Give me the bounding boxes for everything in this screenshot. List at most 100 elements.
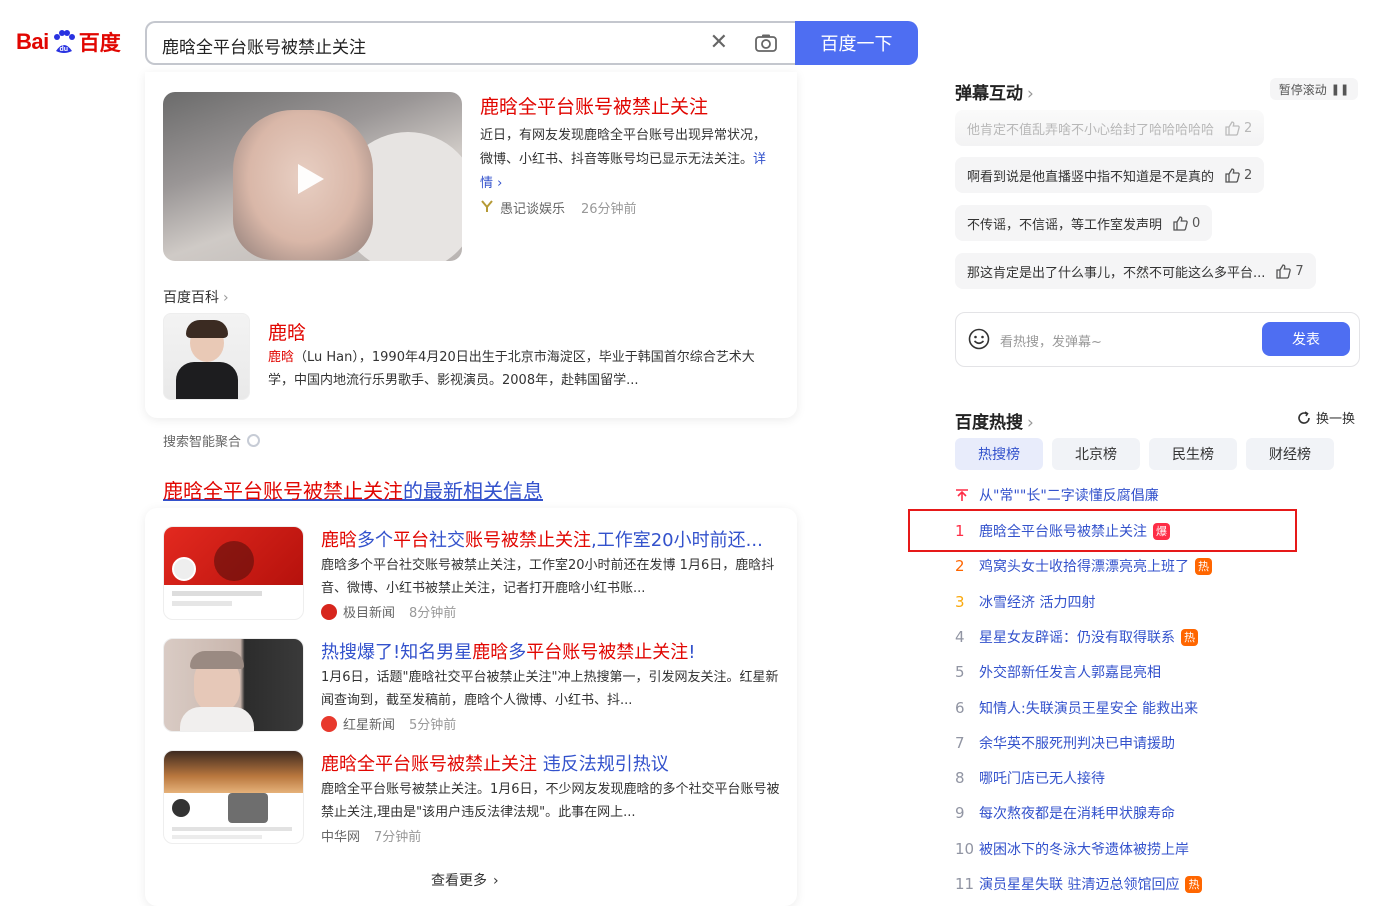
related-title-red: 鹿晗全平台账号被禁止关注 <box>163 479 403 503</box>
news-thumbnail[interactable] <box>163 638 304 732</box>
avatar <box>172 799 190 817</box>
source-logo-icon <box>321 715 337 732</box>
emoji-icon[interactable] <box>968 328 990 350</box>
view-more-button[interactable]: 查看更多 › <box>431 870 499 890</box>
thumb-line <box>172 591 262 596</box>
chevron-right-icon: › <box>1027 84 1034 104</box>
list-item[interactable]: 鹿晗全平台账号被禁止关注 违反法规引热议 鹿晗全平台账号被禁止关注。1月6日，不… <box>163 750 783 850</box>
hot-item[interactable]: 8 哪吒门店已无人接待 <box>955 766 1105 790</box>
baike-label[interactable]: 百度百科 › <box>163 287 229 307</box>
news-source: 愚记谈娱乐 26分钟前 <box>480 198 637 217</box>
hot-item-text: 演员星星失联 驻清迈总领馆回应 <box>979 877 1180 893</box>
danmu-message[interactable]: 啊看到说是他直播竖中指不知道是不是真的 2 <box>955 157 1265 193</box>
logo-text-du: 百度 <box>78 32 121 55</box>
thumb-line <box>172 827 292 831</box>
baike-label-text: 百度百科 <box>163 290 219 306</box>
hot-item-rank: 7 <box>955 734 965 752</box>
news-item-title[interactable]: 热搜爆了!知名男星鹿晗多平台账号被禁止关注! <box>321 638 695 664</box>
baike-portrait[interactable] <box>163 313 250 400</box>
news-item-title[interactable]: 鹿晗全平台账号被禁止关注 违反法规引热议 <box>321 750 669 776</box>
hot-item[interactable]: 3 冰雪经济 活力四射 <box>955 590 1095 614</box>
baike-desc-name: 鹿晗 <box>268 350 295 365</box>
title-part: 鹿晗 <box>472 642 509 663</box>
search-query[interactable]: 鹿晗全平台账号被禁止关注 <box>162 33 366 58</box>
tab-hot[interactable]: 热搜榜 <box>955 438 1043 470</box>
like-count: 7 <box>1295 263 1304 279</box>
danmu-message[interactable]: 那这肯定是出了什么事儿，不然不可能这么多平台... 7 <box>955 253 1316 289</box>
thumb-line <box>172 835 262 839</box>
hot-item[interactable]: 9 每次熬夜都是在消耗甲状腺寿命 <box>955 801 1175 825</box>
news-item-source: 红星新闻 5分钟前 <box>321 714 456 733</box>
danmu-message[interactable]: 不传谣，不信谣，等工作室发声明 0 <box>955 205 1213 241</box>
thumb-overlay <box>228 793 268 823</box>
list-item[interactable]: 鹿晗多个平台社交账号被禁止关注,工作室20小时前还... 鹿晗多个平台社交账号被… <box>163 526 783 626</box>
news-title[interactable]: 鹿晗全平台账号被禁止关注 <box>480 92 708 119</box>
news-thumbnail[interactable] <box>163 526 304 620</box>
danmu-message[interactable]: 他肯定不值乱弄啥不小心给封了哈哈哈哈哈 2 <box>955 110 1265 146</box>
chevron-right-icon: › <box>493 873 499 889</box>
hot-item[interactable]: 5 外交部新任发言人郭嘉昆亮相 <box>955 660 1161 684</box>
related-news-card: 鹿晗多个平台社交账号被禁止关注,工作室20小时前还... 鹿晗多个平台社交账号被… <box>145 508 797 906</box>
pause-scroll-button[interactable]: 暂停滚动 ❚❚ <box>1270 78 1358 100</box>
hot-item[interactable]: 10 被困冰下的冬泳大爷遗体被捞上岸 <box>955 837 1189 861</box>
baidu-logo[interactable]: Bai du 百度 <box>16 24 121 60</box>
tab-livelihood[interactable]: 民生榜 <box>1149 438 1237 470</box>
avatar <box>172 557 196 581</box>
hot-item-pinned[interactable]: 从"常""长"二字读懂反腐倡廉 <box>955 483 1159 507</box>
hot-item[interactable]: 6 知情人:失联演员王星安全 能救出来 <box>955 696 1198 720</box>
clear-icon[interactable]: ✕ <box>710 30 728 55</box>
baike-name[interactable]: 鹿晗 <box>268 318 306 345</box>
hot-item-text: 外交部新任发言人郭嘉昆亮相 <box>979 665 1161 681</box>
hot-item-text: 哪吒门店已无人接待 <box>979 771 1105 787</box>
thumb-figure <box>214 541 254 581</box>
video-thumbnail[interactable] <box>163 92 462 261</box>
news-item-source: 极目新闻 8分钟前 <box>321 602 456 621</box>
source-time: 8分钟前 <box>409 606 457 621</box>
chevron-right-icon: › <box>223 290 229 306</box>
like-count: 2 <box>1244 167 1253 183</box>
hot-badge: 热 <box>1181 628 1198 646</box>
send-danmu-button[interactable]: 发表 <box>1262 322 1350 356</box>
hot-item[interactable]: 4 星星女友辟谣：仍没有取得联系热 <box>955 625 1198 649</box>
hot-item[interactable]: 11 演员星星失联 驻清迈总领馆回应热 <box>955 872 1203 896</box>
refresh-button[interactable]: 换一换 <box>1296 408 1355 427</box>
hot-search-title[interactable]: 百度热搜 › <box>955 408 1034 433</box>
hot-item-text: 冰雪经济 活力四射 <box>979 595 1096 611</box>
related-title[interactable]: 鹿晗全平台账号被禁止关注的最新相关信息 <box>163 475 543 504</box>
danmu-text: 他肯定不值乱弄啥不小心给封了哈哈哈哈哈 <box>967 122 1215 138</box>
hot-item-rank: 5 <box>955 663 965 681</box>
hot-item[interactable]: 2 鸡窝头女士收拾得漂漂亮亮上班了热 <box>955 554 1212 578</box>
news-item-title[interactable]: 鹿晗多个平台社交账号被禁止关注,工作室20小时前还... <box>321 526 763 552</box>
danmu-placeholder: 看热搜，发弹幕~ <box>1000 335 1102 350</box>
news-thumbnail[interactable] <box>163 750 304 844</box>
like-button[interactable]: 0 <box>1172 215 1200 231</box>
portrait-hair <box>186 320 228 338</box>
tab-finance[interactable]: 财经榜 <box>1246 438 1334 470</box>
hot-item-rank: 4 <box>955 628 965 646</box>
source-logo-icon <box>321 603 337 620</box>
hot-item[interactable]: 7 余华英不服死刑判决已申请援助 <box>955 731 1175 755</box>
related-title-rest: 的最新相关信息 <box>403 479 543 503</box>
search-input[interactable]: 鹿晗全平台账号被禁止关注 ✕ <box>145 21 796 65</box>
thumbs-up-icon <box>1225 168 1240 183</box>
source-name[interactable]: 红星新闻 <box>343 714 395 733</box>
news-source-name[interactable]: 愚记谈娱乐 <box>500 198 565 217</box>
camera-icon[interactable] <box>754 33 778 53</box>
like-count: 2 <box>1244 120 1253 136</box>
source-name[interactable]: 极目新闻 <box>343 602 395 621</box>
title-part: 平台 <box>393 530 429 551</box>
source-name[interactable]: 中华网 <box>321 826 360 845</box>
like-button[interactable]: 2 <box>1224 120 1252 136</box>
play-icon[interactable] <box>298 164 324 194</box>
hot-item-text: 从"常""长"二字读懂反腐倡廉 <box>979 488 1159 504</box>
hot-item-rank: 6 <box>955 699 965 717</box>
danmu-title[interactable]: 弹幕互动 › <box>955 79 1034 104</box>
news-item-desc: 鹿晗全平台账号被禁止关注。1月6日，不少网友发现鹿晗的多个社交平台账号被禁止关注… <box>321 782 780 820</box>
news-item-desc: 鹿晗多个平台社交账号被禁止关注，工作室20小时前还在发博 1月6日，鹿晗抖音、微… <box>321 558 775 596</box>
list-item[interactable]: 热搜爆了!知名男星鹿晗多平台账号被禁止关注! 1月6日，话题"鹿晗社交平台被禁止… <box>163 638 783 738</box>
search-button[interactable]: 百度一下 <box>795 21 918 65</box>
info-icon[interactable] <box>247 434 261 447</box>
like-button[interactable]: 7 <box>1275 263 1304 279</box>
like-button[interactable]: 2 <box>1224 167 1252 183</box>
tab-beijing[interactable]: 北京榜 <box>1052 438 1140 470</box>
